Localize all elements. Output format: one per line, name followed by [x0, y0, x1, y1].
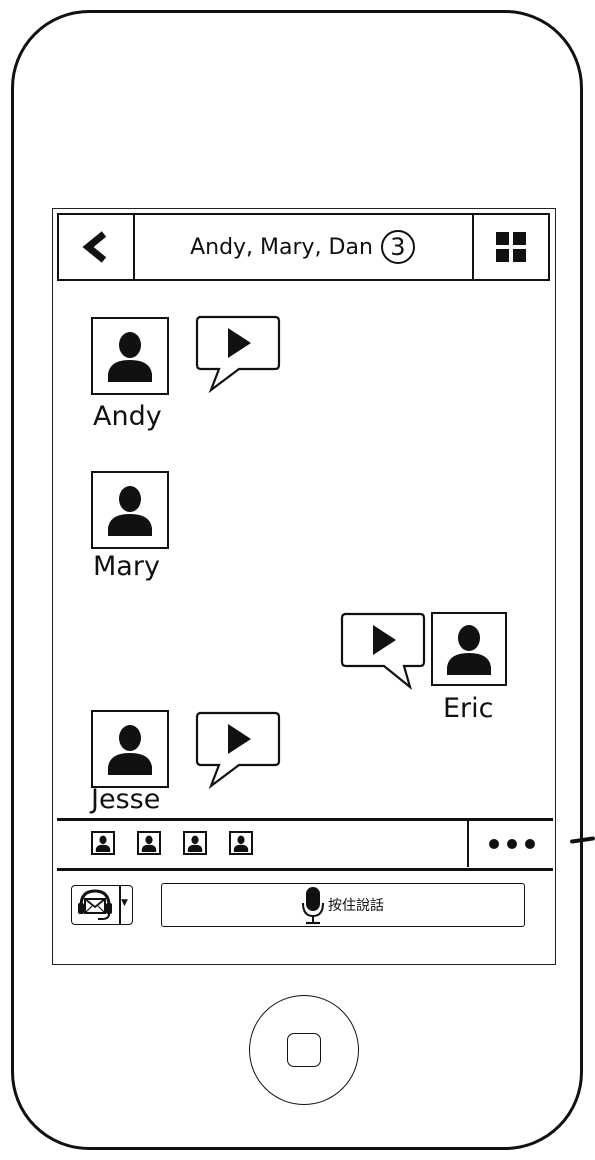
back-button[interactable] — [59, 215, 135, 279]
member-avatar[interactable] — [229, 831, 253, 855]
person-icon — [108, 725, 152, 775]
push-to-talk-label: 按住說話 — [328, 898, 384, 914]
person-icon — [108, 332, 152, 382]
person-icon — [108, 486, 152, 536]
voice-message-bubble[interactable] — [195, 315, 281, 393]
grid-icon — [496, 232, 526, 262]
person-icon — [95, 835, 111, 852]
avatar-andy[interactable] — [91, 317, 169, 395]
home-button[interactable] — [249, 995, 359, 1105]
avatar-eric[interactable] — [431, 612, 507, 686]
voice-message-bubble[interactable] — [340, 612, 426, 690]
member-avatar[interactable] — [183, 831, 207, 855]
sender-name: Mary — [93, 551, 160, 582]
push-to-talk-button[interactable]: 按住說話 — [161, 883, 525, 927]
avatar-mary[interactable] — [91, 471, 169, 549]
grid-menu-button[interactable] — [472, 215, 548, 279]
more-button[interactable] — [467, 821, 555, 867]
more-dots-icon — [507, 839, 517, 849]
voice-message-bubble[interactable] — [195, 711, 281, 789]
person-icon — [233, 835, 249, 852]
chat-title-text: Andy, Mary, Dan — [190, 234, 373, 260]
input-mode-button[interactable]: ▼ — [71, 885, 133, 925]
microphone-icon — [302, 887, 324, 925]
member-strip — [57, 821, 553, 867]
chat-title: Andy, Mary, Dan 3 — [133, 215, 472, 279]
member-avatar[interactable] — [91, 831, 115, 855]
sender-name: Eric — [443, 693, 494, 724]
more-dots-icon — [525, 839, 535, 849]
sender-name: Andy — [93, 401, 162, 432]
avatar-jesse[interactable] — [91, 710, 169, 788]
person-icon — [141, 835, 157, 852]
headset-mail-icon — [74, 887, 116, 923]
home-button-icon — [287, 1033, 321, 1067]
input-bar: ▼ 按住說話 — [57, 871, 553, 941]
member-count-badge: 3 — [380, 230, 415, 264]
chat-header: Andy, Mary, Dan 3 — [57, 213, 550, 281]
more-dots-icon — [489, 839, 499, 849]
sender-name: Jesse — [91, 784, 161, 815]
chevron-left-icon — [82, 231, 107, 263]
person-icon — [187, 835, 203, 852]
member-avatar[interactable] — [137, 831, 161, 855]
person-icon — [447, 625, 491, 675]
chat-screen: Andy, Mary, Dan 3 Andy Mary Eric Jesse ▼… — [52, 208, 556, 965]
dropdown-caret-icon[interactable]: ▼ — [121, 898, 128, 908]
